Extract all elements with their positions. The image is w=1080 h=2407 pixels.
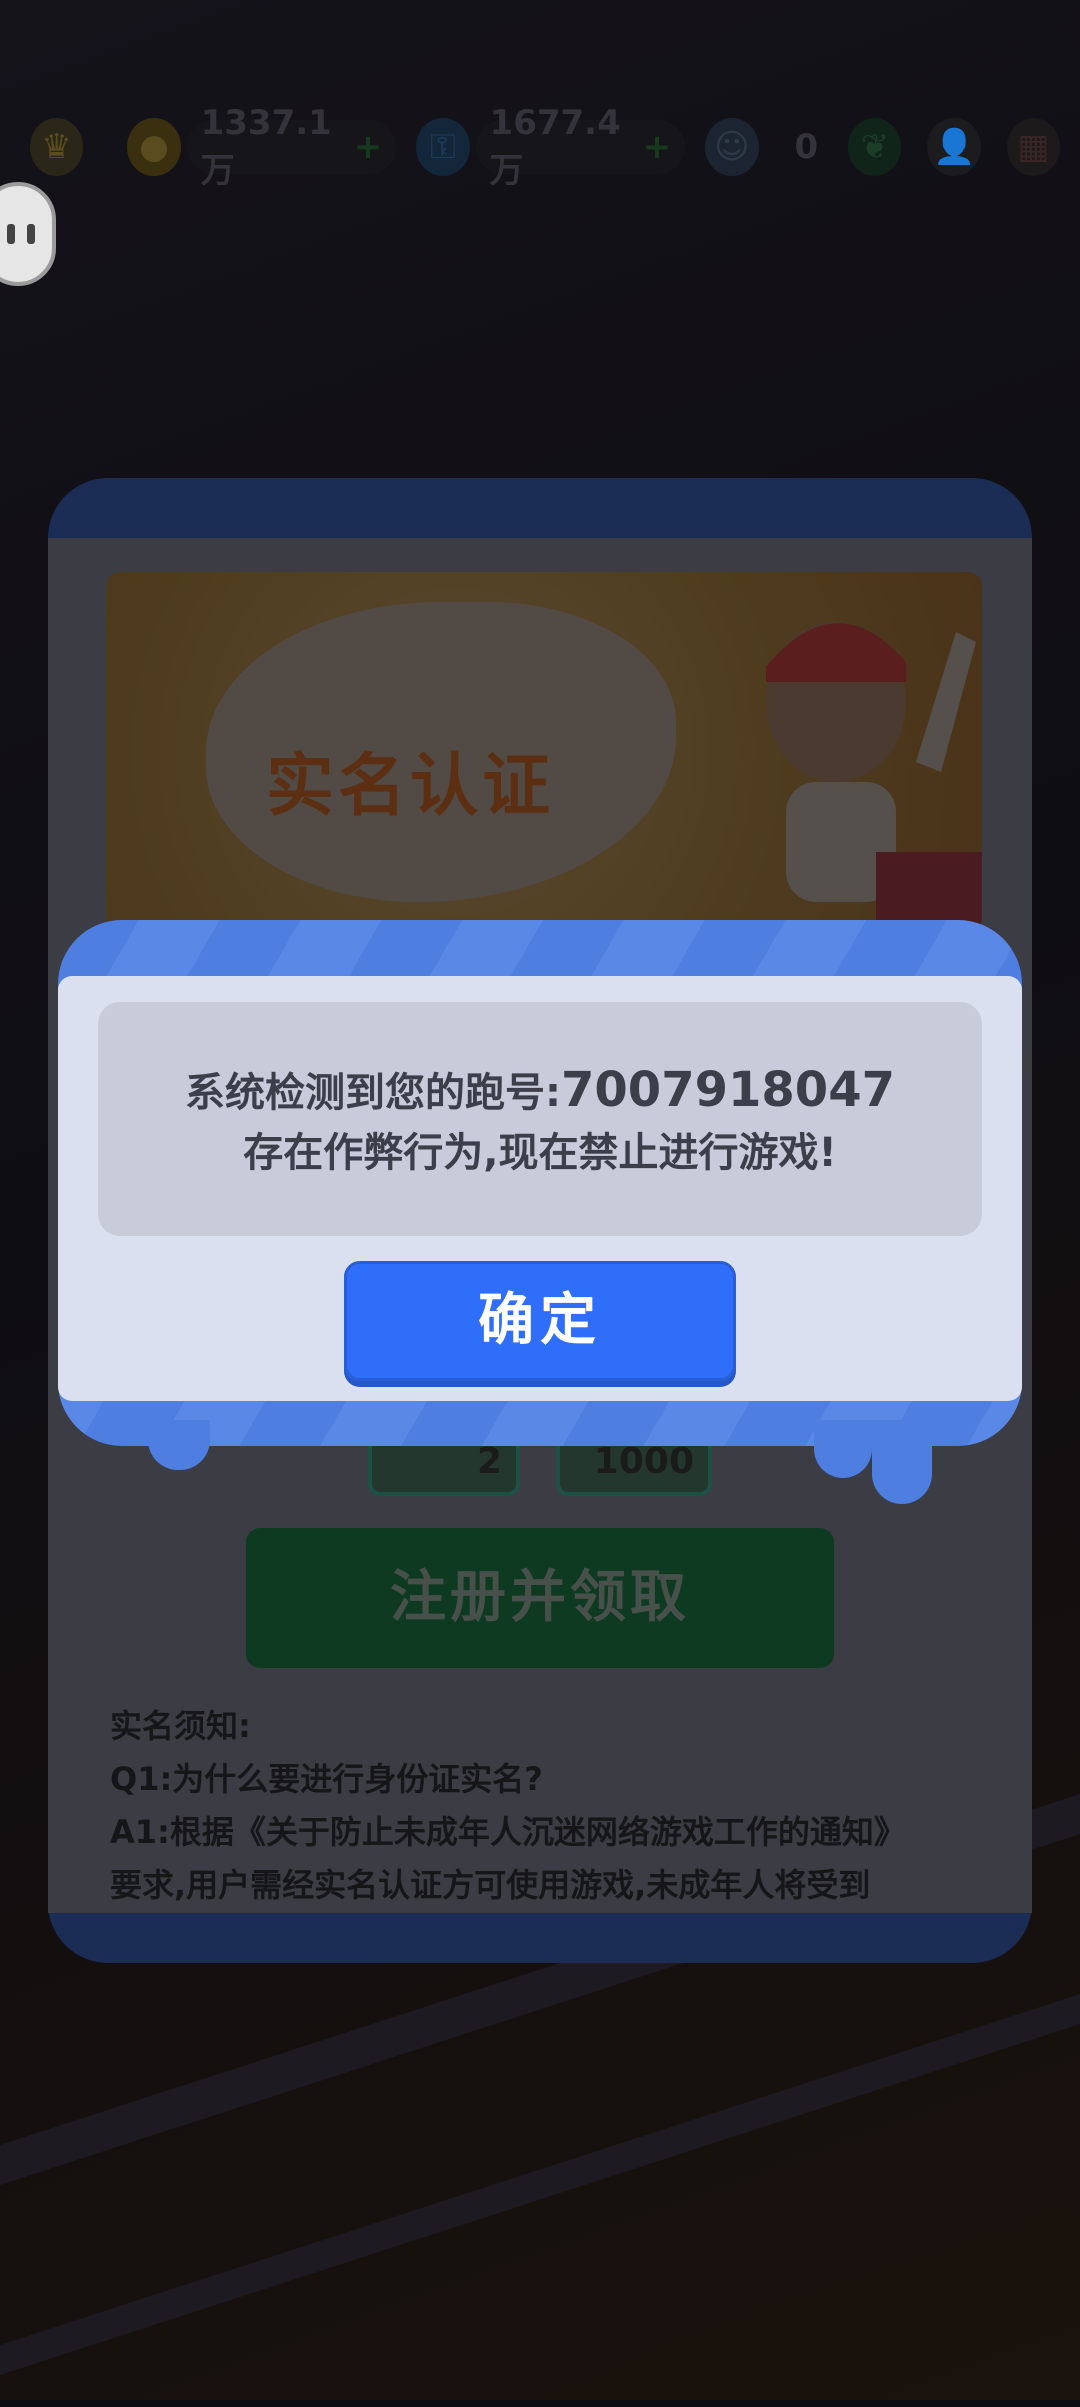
notes-heading: 实名须知: bbox=[110, 1707, 251, 1745]
reward-count-1: 2 bbox=[476, 1441, 502, 1482]
realname-banner: 实名认证 bbox=[106, 572, 982, 932]
banner-title: 实名认证 bbox=[266, 747, 555, 826]
alert-frame-drip bbox=[872, 1420, 932, 1504]
crown-icon: ♛ bbox=[30, 118, 84, 176]
alert-frame-drip bbox=[814, 1420, 872, 1478]
character-illustration bbox=[766, 622, 982, 932]
alert-message: 系统检测到您的跑号:7007918047 存在作弊行为,现在禁止进行游戏! bbox=[98, 1002, 982, 1236]
alert-message-line-2: 存在作弊行为,现在禁止进行游戏! bbox=[243, 1130, 837, 1176]
reward-count-2: 1000 bbox=[593, 1441, 694, 1482]
confirm-button[interactable]: 确定 bbox=[344, 1261, 736, 1381]
account-id: 7007918047 bbox=[561, 1062, 895, 1118]
keys-value: 1677.4万 bbox=[489, 102, 621, 191]
register-and-claim-button[interactable]: 注册并领取 bbox=[246, 1528, 834, 1668]
coin-icon: ● bbox=[127, 118, 181, 176]
score-icon: ☺ bbox=[705, 118, 759, 176]
add-keys-icon[interactable]: + bbox=[643, 127, 672, 167]
key-icon: ⚿ bbox=[416, 118, 470, 176]
top-hud: ♛ ● 1337.1万 + ⚿ 1677.4万 + ☺ 0 ❦ 👤 ▦ bbox=[30, 103, 1061, 191]
score-value: 0 bbox=[794, 127, 819, 167]
notes-question: Q1:为什么要进行身份证实名? bbox=[110, 1760, 543, 1798]
realname-notes: 实名须知: Q1:为什么要进行身份证实名? A1:根据《关于防止未成年人沉迷网络… bbox=[110, 1700, 990, 1912]
pause-icon bbox=[7, 224, 15, 244]
alert-message-prefix: 系统检测到您的跑号: bbox=[185, 1070, 561, 1116]
pause-icon-bar bbox=[27, 224, 35, 244]
score-counter: 0 bbox=[765, 120, 849, 174]
pause-button[interactable] bbox=[0, 182, 56, 286]
keys-counter: 1677.4万 + bbox=[475, 103, 686, 191]
friends-icon[interactable]: 👤 bbox=[927, 118, 981, 176]
notes-answer-cont: 要求,用户需经实名认证方可使用游戏,未成年人将受到 bbox=[110, 1866, 871, 1904]
notes-answer: A1:根据《关于防止未成年人沉迷网络游戏工作的通知》 bbox=[110, 1813, 906, 1851]
coins-value: 1337.1万 bbox=[200, 102, 332, 191]
coins-counter: 1337.1万 + bbox=[186, 103, 397, 191]
alert-message-line-1: 系统检测到您的跑号:7007918047 bbox=[185, 1060, 895, 1118]
add-coins-icon[interactable]: + bbox=[354, 127, 383, 167]
gift-icon[interactable]: ▦ bbox=[1006, 118, 1061, 176]
leaf-icon[interactable]: ❦ bbox=[848, 118, 902, 176]
